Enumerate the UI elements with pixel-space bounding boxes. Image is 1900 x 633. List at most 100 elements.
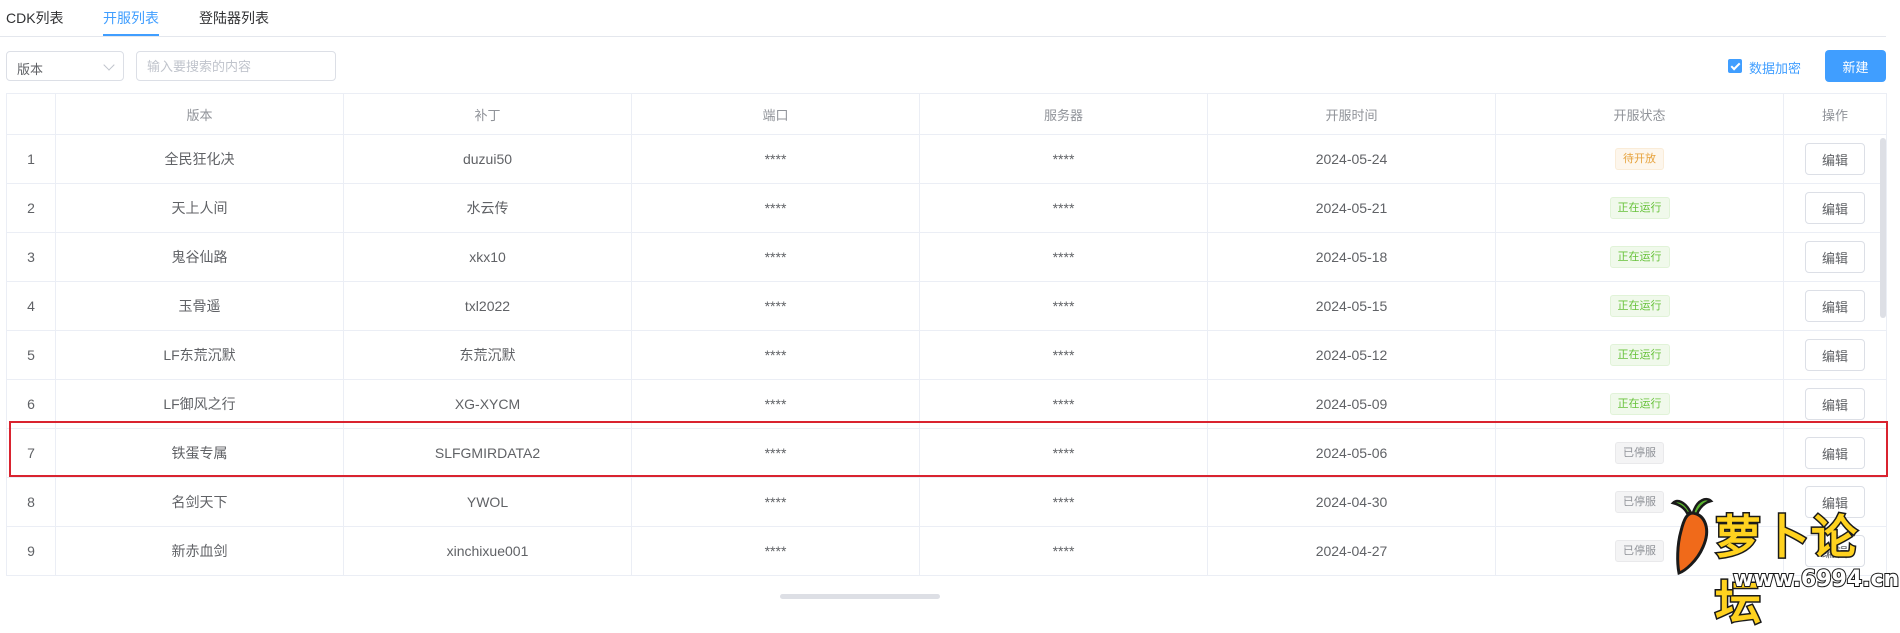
row-status-cell: 正在运行 bbox=[1495, 183, 1784, 233]
row-status-cell: 正在运行 bbox=[1495, 330, 1784, 380]
table-row: 9 新赤血剑 xinchixue001 **** **** 2024-04-27 已停服 编辑 bbox=[6, 526, 1887, 576]
header-port: 端口 bbox=[631, 93, 920, 135]
table-row: 2 天上人间 水云传 **** **** 2024-05-21 正在运行 编辑 bbox=[6, 183, 1887, 233]
watermark-logo: 萝卜论坛 www.6994.cn bbox=[1655, 495, 1900, 632]
row-version: LF东荒沉默 bbox=[55, 330, 344, 380]
row-action-cell: 编辑 bbox=[1783, 379, 1887, 429]
row-index: 1 bbox=[6, 134, 56, 184]
row-server: **** bbox=[919, 330, 1208, 380]
row-version: 全民狂化决 bbox=[55, 134, 344, 184]
row-version: 新赤血剑 bbox=[55, 526, 344, 576]
encrypt-checkbox[interactable] bbox=[1728, 59, 1742, 73]
search-input[interactable] bbox=[136, 51, 336, 81]
header-patch: 补丁 bbox=[343, 93, 632, 135]
row-open-time: 2024-05-12 bbox=[1207, 330, 1496, 380]
table-row: 4 玉骨遥 txl2022 **** **** 2024-05-15 正在运行 编辑 bbox=[6, 281, 1887, 331]
version-select[interactable]: 版本 bbox=[6, 51, 124, 81]
row-action-cell: 编辑 bbox=[1783, 183, 1887, 233]
tab-cdk-list[interactable]: CDK列表 bbox=[6, 8, 64, 28]
row-server: **** bbox=[919, 232, 1208, 282]
row-version: 玉骨遥 bbox=[55, 281, 344, 331]
row-action-cell: 编辑 bbox=[1783, 281, 1887, 331]
row-status-cell: 正在运行 bbox=[1495, 379, 1784, 429]
edit-button[interactable]: 编辑 bbox=[1805, 192, 1865, 224]
edit-button[interactable]: 编辑 bbox=[1805, 290, 1865, 322]
edit-button[interactable]: 编辑 bbox=[1805, 388, 1865, 420]
row-open-time: 2024-04-27 bbox=[1207, 526, 1496, 576]
row-server: **** bbox=[919, 281, 1208, 331]
header-status: 开服状态 bbox=[1495, 93, 1784, 135]
status-badge: 正在运行 bbox=[1609, 246, 1670, 268]
tab-server-list[interactable]: 开服列表 bbox=[103, 8, 159, 28]
edit-button[interactable]: 编辑 bbox=[1805, 241, 1865, 273]
row-open-time: 2024-05-15 bbox=[1207, 281, 1496, 331]
row-action-cell: 编辑 bbox=[1783, 428, 1887, 478]
row-port: **** bbox=[631, 281, 920, 331]
row-port: **** bbox=[631, 477, 920, 527]
table-row: 5 LF东荒沉默 东荒沉默 **** **** 2024-05-12 正在运行 编辑 bbox=[6, 330, 1887, 380]
row-index: 9 bbox=[6, 526, 56, 576]
row-action-cell: 编辑 bbox=[1783, 134, 1887, 184]
status-badge: 正在运行 bbox=[1609, 393, 1670, 415]
row-version: 鬼谷仙路 bbox=[55, 232, 344, 282]
row-port: **** bbox=[631, 379, 920, 429]
status-badge: 正在运行 bbox=[1609, 344, 1670, 366]
row-server: **** bbox=[919, 477, 1208, 527]
row-port: **** bbox=[631, 428, 920, 478]
row-patch: duzui50 bbox=[343, 134, 632, 184]
header-action: 操作 bbox=[1783, 93, 1887, 135]
table-row: 1 全民狂化决 duzui50 **** **** 2024-05-24 待开放 编辑 bbox=[6, 134, 1887, 184]
row-index: 8 bbox=[6, 477, 56, 527]
table-row: 6 LF御风之行 XG-XYCM **** **** 2024-05-09 正在运行 编辑 bbox=[6, 379, 1887, 429]
version-select-value: 版本 bbox=[17, 62, 44, 77]
header-version: 版本 bbox=[55, 93, 344, 135]
edit-button[interactable]: 编辑 bbox=[1805, 339, 1865, 371]
status-badge: 待开放 bbox=[1615, 148, 1664, 170]
horizontal-scrollbar[interactable] bbox=[780, 594, 940, 599]
row-open-time: 2024-05-21 bbox=[1207, 183, 1496, 233]
row-patch: SLFGMIRDATA2 bbox=[343, 428, 632, 478]
row-index: 2 bbox=[6, 183, 56, 233]
row-status-cell: 正在运行 bbox=[1495, 281, 1784, 331]
row-server: **** bbox=[919, 134, 1208, 184]
edit-button[interactable]: 编辑 bbox=[1805, 437, 1865, 469]
table-header-row: 版本 补丁 端口 服务器 开服时间 开服状态 操作 bbox=[6, 93, 1887, 135]
row-patch: xinchixue001 bbox=[343, 526, 632, 576]
row-version: 名剑天下 bbox=[55, 477, 344, 527]
row-port: **** bbox=[631, 526, 920, 576]
header-server: 服务器 bbox=[919, 93, 1208, 135]
row-index: 7 bbox=[6, 428, 56, 478]
encrypt-label[interactable]: 数据加密 bbox=[1749, 58, 1801, 77]
row-patch: 水云传 bbox=[343, 183, 632, 233]
table-row: 7 铁蛋专属 SLFGMIRDATA2 **** **** 2024-05-06 已停服 编辑 bbox=[6, 428, 1887, 478]
edit-button[interactable]: 编辑 bbox=[1805, 143, 1865, 175]
tab-launcher-list[interactable]: 登陆器列表 bbox=[199, 8, 269, 28]
row-index: 5 bbox=[6, 330, 56, 380]
row-port: **** bbox=[631, 183, 920, 233]
row-patch: XG-XYCM bbox=[343, 379, 632, 429]
row-patch: txl2022 bbox=[343, 281, 632, 331]
row-server: **** bbox=[919, 526, 1208, 576]
row-status-cell: 已停服 bbox=[1495, 428, 1784, 478]
row-status-cell: 正在运行 bbox=[1495, 232, 1784, 282]
row-port: **** bbox=[631, 330, 920, 380]
status-badge: 正在运行 bbox=[1609, 295, 1670, 317]
row-open-time: 2024-04-30 bbox=[1207, 477, 1496, 527]
row-patch: YWOL bbox=[343, 477, 632, 527]
status-badge: 已停服 bbox=[1615, 442, 1664, 464]
chevron-down-icon bbox=[103, 59, 115, 71]
row-version: 铁蛋专属 bbox=[55, 428, 344, 478]
row-open-time: 2024-05-09 bbox=[1207, 379, 1496, 429]
server-table: 版本 补丁 端口 服务器 开服时间 开服状态 操作 1 全民狂化决 duzui50 *… bbox=[6, 93, 1887, 576]
row-open-time: 2024-05-18 bbox=[1207, 232, 1496, 282]
row-port: **** bbox=[631, 232, 920, 282]
row-index: 3 bbox=[6, 232, 56, 282]
new-button[interactable]: 新建 bbox=[1825, 50, 1886, 82]
row-version: 天上人间 bbox=[55, 183, 344, 233]
table-row: 3 鬼谷仙路 xkx10 **** **** 2024-05-18 正在运行 编辑 bbox=[6, 232, 1887, 282]
row-server: **** bbox=[919, 183, 1208, 233]
row-action-cell: 编辑 bbox=[1783, 232, 1887, 282]
table-row: 8 名剑天下 YWOL **** **** 2024-04-30 已停服 编辑 bbox=[6, 477, 1887, 527]
vertical-scrollbar[interactable] bbox=[1880, 138, 1886, 318]
header-open-time: 开服时间 bbox=[1207, 93, 1496, 135]
